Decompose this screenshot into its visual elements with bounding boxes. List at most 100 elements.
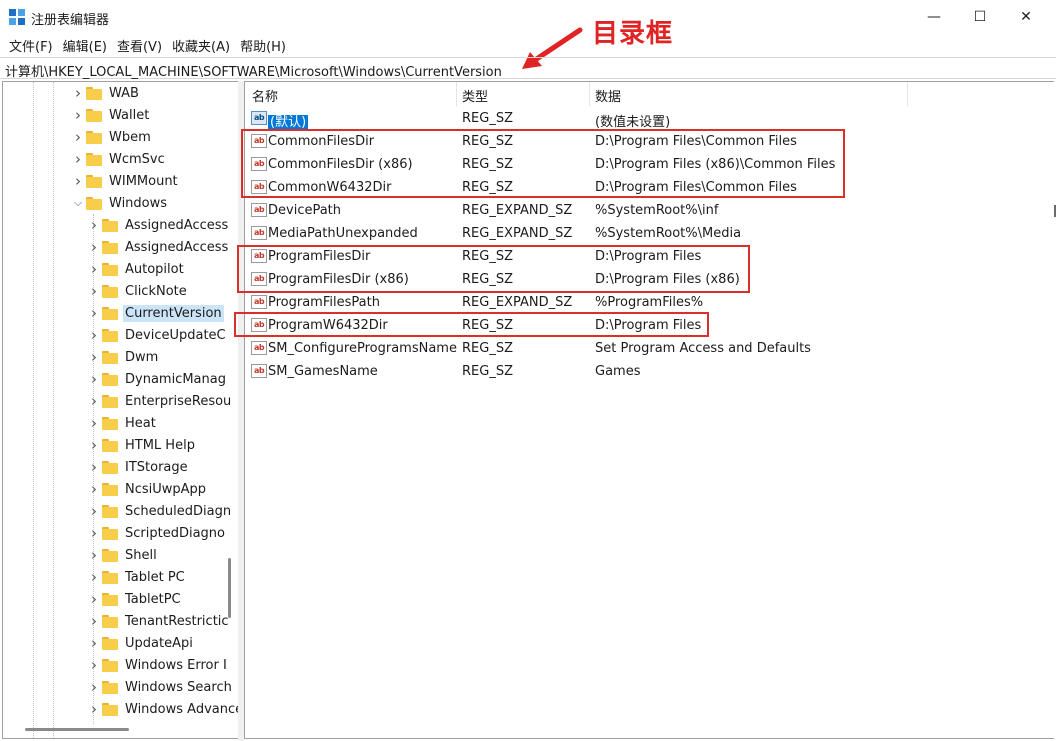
tree-item[interactable]: › ClickNote <box>86 280 189 302</box>
maximize-button[interactable]: ☐ <box>957 0 1003 34</box>
chevron-right-icon[interactable]: › <box>70 128 86 146</box>
tree-item[interactable]: › DeviceUpdateC <box>86 324 228 346</box>
tree-item[interactable]: › Dwm <box>86 346 160 368</box>
tree-item[interactable]: › Tablet PC <box>86 566 187 588</box>
string-value-icon: ab <box>251 341 267 355</box>
tree-item-label: ScriptedDiagno <box>125 525 225 541</box>
tree-item[interactable]: › NcsiUwpApp <box>86 478 208 500</box>
chevron-right-icon[interactable]: › <box>86 700 102 718</box>
tree-item[interactable]: › CurrentVersion <box>86 302 224 324</box>
chevron-right-icon[interactable]: › <box>86 678 102 696</box>
chevron-right-icon[interactable]: › <box>86 546 102 564</box>
tree-item[interactable]: › TenantRestrictic <box>86 610 231 632</box>
value-type: REG_EXPAND_SZ <box>462 203 573 218</box>
tree-item[interactable]: › AssignedAccess <box>86 236 230 258</box>
chevron-right-icon[interactable]: › <box>86 436 102 454</box>
close-button[interactable]: ✕ <box>1003 0 1049 34</box>
value-row[interactable]: ab MediaPathUnexpanded REG_EXPAND_SZ %Syste… <box>245 222 1054 245</box>
menu-bar: 文件(F) 编辑(E) 查看(V) 收藏夹(A) 帮助(H) <box>0 34 1056 56</box>
key-tree[interactable]: › WAB › Wallet › Wbem › WcmSvc › WIMMount ⌵ Windows… <box>2 81 238 739</box>
value-name-cell: ProgramFilesPath <box>268 295 380 310</box>
tree-item[interactable]: › UpdateApi <box>86 632 195 654</box>
tree-horizontal-scrollbar[interactable] <box>25 728 129 731</box>
chevron-right-icon[interactable]: › <box>86 414 102 432</box>
chevron-right-icon[interactable]: › <box>86 348 102 366</box>
tree-item-label: Tablet PC <box>125 569 185 585</box>
chevron-right-icon[interactable]: › <box>86 656 102 674</box>
chevron-down-icon[interactable]: ⌵ <box>70 196 86 210</box>
chevron-right-icon[interactable]: › <box>86 216 102 234</box>
tree-item[interactable]: › ScriptedDiagno <box>86 522 227 544</box>
tree-item[interactable]: › WIMMount <box>70 170 180 192</box>
tree-item[interactable]: › Shell <box>86 544 159 566</box>
value-row[interactable]: ab ProgramFilesPath REG_EXPAND_SZ %ProgramF… <box>245 291 1054 314</box>
tree-item[interactable]: › Windows Search <box>86 676 234 698</box>
column-separator[interactable] <box>589 82 590 106</box>
chevron-right-icon[interactable]: › <box>70 106 86 124</box>
menu-item[interactable]: 编辑(E) <box>58 34 112 56</box>
value-name-cell: (默认) <box>268 111 309 130</box>
folder-icon <box>102 240 119 254</box>
tree-item[interactable]: › DynamicManag <box>86 368 228 390</box>
tree-item-label: EnterpriseResou <box>125 393 232 409</box>
folder-icon <box>86 152 103 166</box>
chevron-right-icon[interactable]: › <box>86 326 102 344</box>
tree-item[interactable]: › Heat <box>86 412 158 434</box>
chevron-right-icon[interactable]: › <box>86 238 102 256</box>
chevron-right-icon[interactable]: › <box>86 612 102 630</box>
minimize-button[interactable]: — <box>911 0 957 34</box>
value-row[interactable]: ab SM_GamesName REG_SZ Games <box>245 360 1054 383</box>
chevron-right-icon[interactable]: › <box>70 84 86 102</box>
chevron-right-icon[interactable]: › <box>70 150 86 168</box>
chevron-right-icon[interactable]: › <box>86 282 102 300</box>
chevron-right-icon[interactable]: › <box>86 370 102 388</box>
menu-item[interactable]: 帮助(H) <box>235 34 291 56</box>
tree-item-label: WAB <box>109 85 139 101</box>
string-value-icon: ab <box>251 111 267 125</box>
tree-item[interactable]: › Windows Advance <box>86 698 238 720</box>
tree-vertical-scrollbar[interactable] <box>228 558 231 618</box>
tree-item[interactable]: › Autopilot <box>86 258 186 280</box>
chevron-right-icon[interactable]: › <box>86 502 102 520</box>
value-row[interactable]: ab (默认) REG_SZ (数值未设置) <box>245 107 1054 130</box>
column-separator[interactable] <box>456 82 457 106</box>
value-row[interactable]: ab DevicePath REG_EXPAND_SZ %SystemRoot%\in… <box>245 199 1054 222</box>
tree-item[interactable]: › ScheduledDiagn <box>86 500 233 522</box>
menu-item[interactable]: 文件(F) <box>4 34 58 56</box>
chevron-right-icon[interactable]: › <box>86 392 102 410</box>
tree-item[interactable]: › WAB <box>70 82 141 104</box>
chevron-right-icon[interactable]: › <box>86 524 102 542</box>
tree-item[interactable]: › EnterpriseResou <box>86 390 233 412</box>
folder-icon <box>102 592 119 606</box>
column-header-data[interactable]: 数据 <box>595 86 621 105</box>
chevron-right-icon[interactable]: › <box>86 634 102 652</box>
value-name: (默认) <box>268 115 309 130</box>
menu-item[interactable]: 收藏夹(A) <box>167 34 235 56</box>
tree-item[interactable]: › AssignedAccess <box>86 214 230 236</box>
chevron-right-icon[interactable]: › <box>86 260 102 278</box>
value-name: SM_ConfigureProgramsName <box>268 341 457 356</box>
chevron-right-icon[interactable]: › <box>70 172 86 190</box>
column-header-type[interactable]: 类型 <box>462 86 488 105</box>
column-header-name[interactable]: 名称 <box>252 86 278 105</box>
chevron-right-icon[interactable]: › <box>86 458 102 476</box>
chevron-right-icon[interactable]: › <box>86 568 102 586</box>
folder-icon <box>102 702 119 716</box>
column-separator[interactable] <box>907 82 908 106</box>
menu-item[interactable]: 查看(V) <box>112 34 167 56</box>
tree-item[interactable]: › Windows Error I <box>86 654 229 676</box>
tree-item[interactable]: › TabletPC <box>86 588 183 610</box>
tree-item-label: AssignedAccess <box>125 239 229 255</box>
tree-item[interactable]: › WcmSvc <box>70 148 167 170</box>
value-row[interactable]: ab SM_ConfigureProgramsName REG_SZ Set Prog… <box>245 337 1054 360</box>
address-bar[interactable]: 计算机\HKEY_LOCAL_MACHINE\SOFTWARE\Microsof… <box>0 57 1056 80</box>
tree-item[interactable]: › Wbem <box>70 126 153 148</box>
tree-item-label: UpdateApi <box>125 635 193 651</box>
tree-item[interactable]: › Wallet <box>70 104 151 126</box>
tree-item[interactable]: ⌵ Windows <box>70 192 169 214</box>
chevron-right-icon[interactable]: › <box>86 590 102 608</box>
chevron-right-icon[interactable]: › <box>86 304 102 322</box>
tree-item[interactable]: › ITStorage <box>86 456 190 478</box>
tree-item[interactable]: › HTML Help <box>86 434 197 456</box>
chevron-right-icon[interactable]: › <box>86 480 102 498</box>
